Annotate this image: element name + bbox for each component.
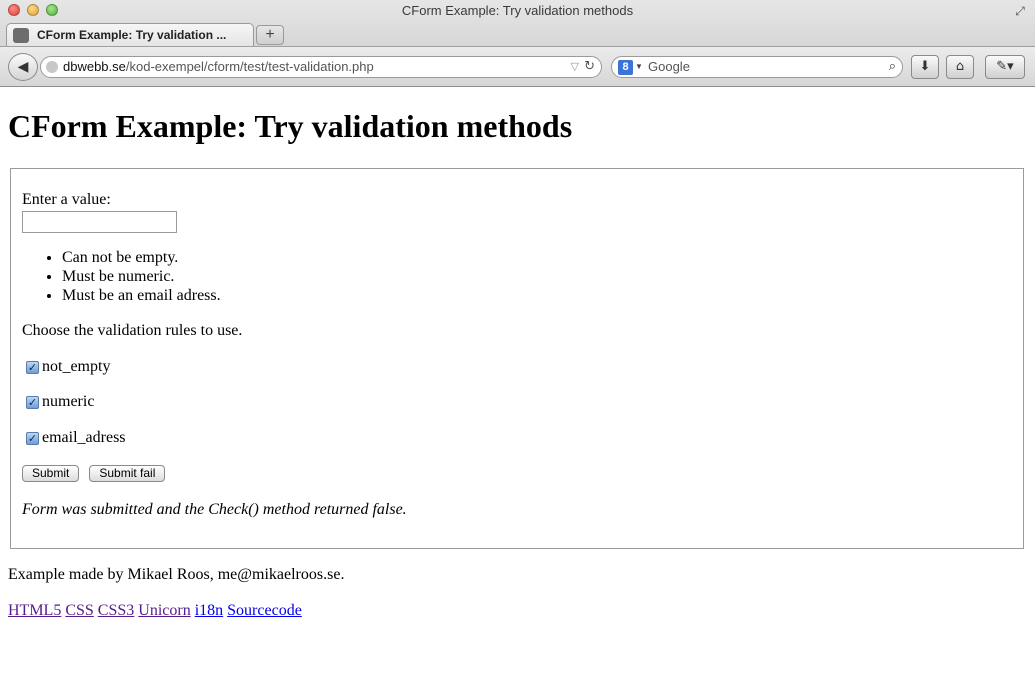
result-message: Form was submitted and the Check() metho… <box>22 501 407 518</box>
url-path: /kod-exempel/cform/test/test-validation.… <box>125 59 374 74</box>
google-engine-icon[interactable]: 8 <box>618 60 633 75</box>
tab-active[interactable]: CForm Example: Try validation ... <box>6 23 254 47</box>
page-content: CForm Example: Try validation methods En… <box>0 87 1035 620</box>
link-sourcecode[interactable]: Sourcecode <box>227 602 302 619</box>
validator-links: HTML5 CSS CSS3 Unicorn i18n Sourcecode <box>8 602 1027 620</box>
globe-icon <box>46 61 58 73</box>
minimize-window-button[interactable] <box>27 4 39 16</box>
browser-chrome: CForm Example: Try validation methods ⤢ … <box>0 0 1035 87</box>
fullscreen-icon[interactable]: ⤢ <box>1013 4 1027 18</box>
download-arrow-icon: ⬇ <box>919 59 931 74</box>
zoom-window-button[interactable] <box>46 4 58 16</box>
submit-button[interactable]: Submit <box>22 465 80 482</box>
validation-form: Enter a value: Can not be empty. Must be… <box>10 168 1024 549</box>
home-button[interactable]: ⌂ <box>946 55 974 79</box>
not-empty-checkbox[interactable]: ✓ <box>26 360 39 374</box>
address-bar[interactable]: dbwebb.se/kod-exempel/cform/test/test-va… <box>40 56 602 78</box>
engine-dropdown-icon[interactable]: ▼ <box>635 57 643 77</box>
navigation-toolbar: ◀ dbwebb.se/kod-exempel/cform/test/test-… <box>0 46 1035 86</box>
value-label: Enter a value: <box>22 191 111 208</box>
window-title: CForm Example: Try validation methods <box>401 3 634 18</box>
page-title: CForm Example: Try validation methods <box>8 108 573 144</box>
tab-label: CForm Example: Try validation ... <box>37 28 227 42</box>
search-placeholder: Google <box>648 59 690 74</box>
bookmark-star-icon[interactable]: ▽ <box>571 57 579 77</box>
button-row: Submit Submit fail <box>22 465 166 482</box>
page-favicon-icon <box>13 28 29 43</box>
checkbox-row-email-adress: ✓ email_adress <box>26 429 126 447</box>
title-bar: CForm Example: Try validation methods ⤢ <box>0 0 1035 22</box>
eyedropper-icon: ✎▾ <box>996 59 1014 74</box>
home-icon: ⌂ <box>955 59 965 74</box>
link-html5[interactable]: HTML5 <box>8 602 61 619</box>
link-css3[interactable]: CSS3 <box>98 602 134 619</box>
back-arrow-icon: ◀ <box>17 59 29 75</box>
close-window-button[interactable] <box>8 4 20 16</box>
numeric-label[interactable]: numeric <box>42 393 94 411</box>
link-i18n[interactable]: i18n <box>195 602 223 619</box>
footer-credit: Example made by Mikael Roos, me@mikaelro… <box>8 566 345 583</box>
rules-list: Can not be empty. Must be numeric. Must … <box>22 248 221 305</box>
downloads-button[interactable]: ⬇ <box>911 55 939 79</box>
checkbox-row-not-empty: ✓ not_empty <box>26 358 110 376</box>
list-item: Can not be empty. <box>62 248 221 267</box>
link-unicorn[interactable]: Unicorn <box>138 602 190 619</box>
email-adress-label[interactable]: email_adress <box>42 429 126 447</box>
tools-menu-button[interactable]: ✎▾ <box>985 55 1025 79</box>
not-empty-label[interactable]: not_empty <box>42 358 110 376</box>
email-adress-checkbox[interactable]: ✓ <box>26 431 39 445</box>
back-button[interactable]: ◀ <box>8 53 38 81</box>
url-host: dbwebb.se <box>63 59 126 74</box>
window-controls <box>8 4 58 16</box>
submit-fail-button[interactable]: Submit fail <box>89 465 166 482</box>
list-item: Must be an email adress. <box>62 286 221 305</box>
magnifier-icon[interactable]: ⌕ <box>889 57 896 77</box>
new-tab-button[interactable]: + <box>256 25 284 45</box>
tab-strip: CForm Example: Try validation ... + <box>0 22 1035 47</box>
reload-icon[interactable]: ↻ <box>584 57 595 77</box>
choose-rules-text: Choose the validation rules to use. <box>22 322 243 339</box>
link-css[interactable]: CSS <box>65 602 93 619</box>
list-item: Must be numeric. <box>62 267 221 286</box>
value-input[interactable] <box>22 211 177 233</box>
checkbox-row-numeric: ✓ numeric <box>26 393 94 411</box>
search-bar[interactable]: 8 ▼ Google ⌕ <box>611 56 903 78</box>
numeric-checkbox[interactable]: ✓ <box>26 395 39 409</box>
